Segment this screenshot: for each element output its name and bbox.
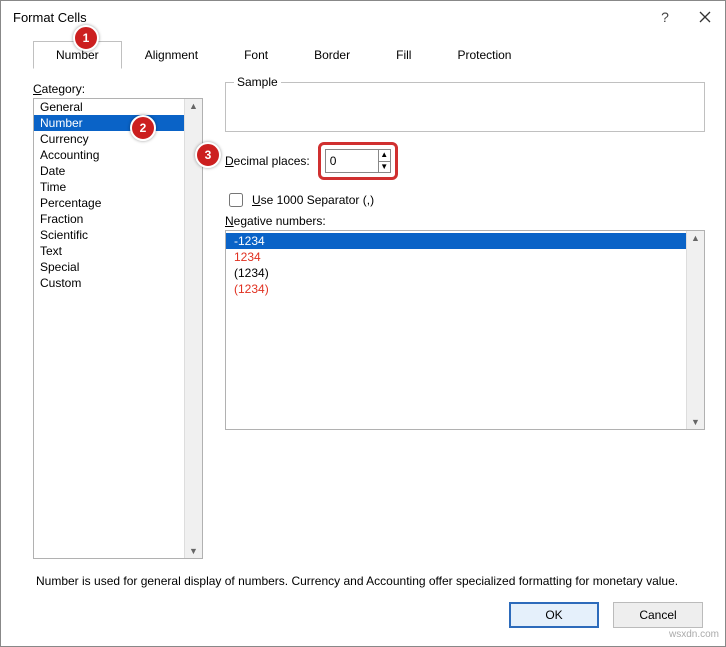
decimal-label: Decimal places:	[225, 154, 310, 168]
annotation-3: 3	[195, 142, 221, 168]
close-icon	[699, 11, 711, 23]
category-special[interactable]: Special	[34, 259, 184, 275]
category-custom[interactable]: Custom	[34, 275, 184, 291]
sample-label: Sample	[234, 75, 281, 89]
scroll-up-icon[interactable]: ▲	[691, 231, 700, 245]
cancel-button[interactable]: Cancel	[613, 602, 703, 628]
category-fraction[interactable]: Fraction	[34, 211, 184, 227]
options-panel: Sample Decimal places: ▲ ▼ 3 U	[225, 82, 705, 559]
category-panel: Category: General Number Currency Accoun…	[33, 82, 203, 559]
category-time[interactable]: Time	[34, 179, 184, 195]
description-text: Number is used for general display of nu…	[1, 559, 725, 590]
decimal-input[interactable]	[326, 150, 378, 172]
button-row: OK Cancel	[1, 590, 725, 646]
negative-inner: -1234 1234 (1234) (1234)	[226, 231, 686, 429]
separator-checkbox[interactable]	[229, 193, 243, 207]
decimal-highlight: ▲ ▼	[318, 142, 398, 180]
watermark: wsxdn.com	[669, 629, 719, 640]
tab-border[interactable]: Border	[291, 41, 373, 69]
spin-down-icon[interactable]: ▼	[379, 162, 390, 173]
tab-font[interactable]: Font	[221, 41, 291, 69]
titlebar: Format Cells ?	[1, 1, 725, 33]
neg-opt-3[interactable]: (1234)	[226, 265, 686, 281]
category-percentage[interactable]: Percentage	[34, 195, 184, 211]
neg-opt-1[interactable]: -1234	[226, 233, 686, 249]
dialog-title: Format Cells	[13, 10, 645, 25]
dialog-body: Category: General Number Currency Accoun…	[1, 70, 725, 559]
help-button[interactable]: ?	[645, 1, 685, 33]
neg-scrollbar[interactable]: ▲▼	[686, 231, 704, 429]
category-date[interactable]: Date	[34, 163, 184, 179]
neg-opt-2[interactable]: 1234	[226, 249, 686, 265]
tab-strip: Number Alignment Font Border Fill Protec…	[33, 41, 705, 69]
scroll-down-icon[interactable]: ▼	[691, 415, 700, 429]
separator-row: Use 1000 Separator (,)	[225, 190, 705, 210]
spin-up-icon[interactable]: ▲	[379, 150, 390, 162]
close-button[interactable]	[685, 1, 725, 33]
category-accounting[interactable]: Accounting	[34, 147, 184, 163]
neg-opt-4[interactable]: (1234)	[226, 281, 686, 297]
tab-fill[interactable]: Fill	[373, 41, 434, 69]
category-text[interactable]: Text	[34, 243, 184, 259]
category-number[interactable]: Number	[34, 115, 184, 131]
category-general[interactable]: General	[34, 99, 184, 115]
format-cells-dialog: Format Cells ? Number Alignment Font Bor…	[0, 0, 726, 647]
decimal-row: Decimal places: ▲ ▼ 3	[225, 142, 705, 180]
ok-button[interactable]: OK	[509, 602, 599, 628]
decimal-spinner[interactable]: ▲ ▼	[325, 149, 391, 173]
tab-protection[interactable]: Protection	[434, 41, 534, 69]
separator-label: Use 1000 Separator (,)	[252, 193, 374, 207]
tab-alignment[interactable]: Alignment	[122, 41, 221, 69]
category-listbox[interactable]: General Number Currency Accounting Date …	[33, 98, 203, 559]
category-scientific[interactable]: Scientific	[34, 227, 184, 243]
scroll-up-icon[interactable]: ▲	[189, 99, 198, 113]
category-label: Category:	[33, 82, 203, 96]
spinner-buttons: ▲ ▼	[378, 150, 390, 172]
category-currency[interactable]: Currency	[34, 131, 184, 147]
category-list-inner: General Number Currency Accounting Date …	[34, 99, 184, 558]
negative-listbox[interactable]: -1234 1234 (1234) (1234) ▲▼	[225, 230, 705, 430]
annotation-1: 1	[73, 25, 99, 51]
annotation-2: 2	[130, 115, 156, 141]
negative-label: Negative numbers:	[225, 214, 705, 228]
scroll-down-icon[interactable]: ▼	[189, 544, 198, 558]
sample-box: Sample	[225, 82, 705, 132]
scrollbar[interactable]: ▲▼	[184, 99, 202, 558]
